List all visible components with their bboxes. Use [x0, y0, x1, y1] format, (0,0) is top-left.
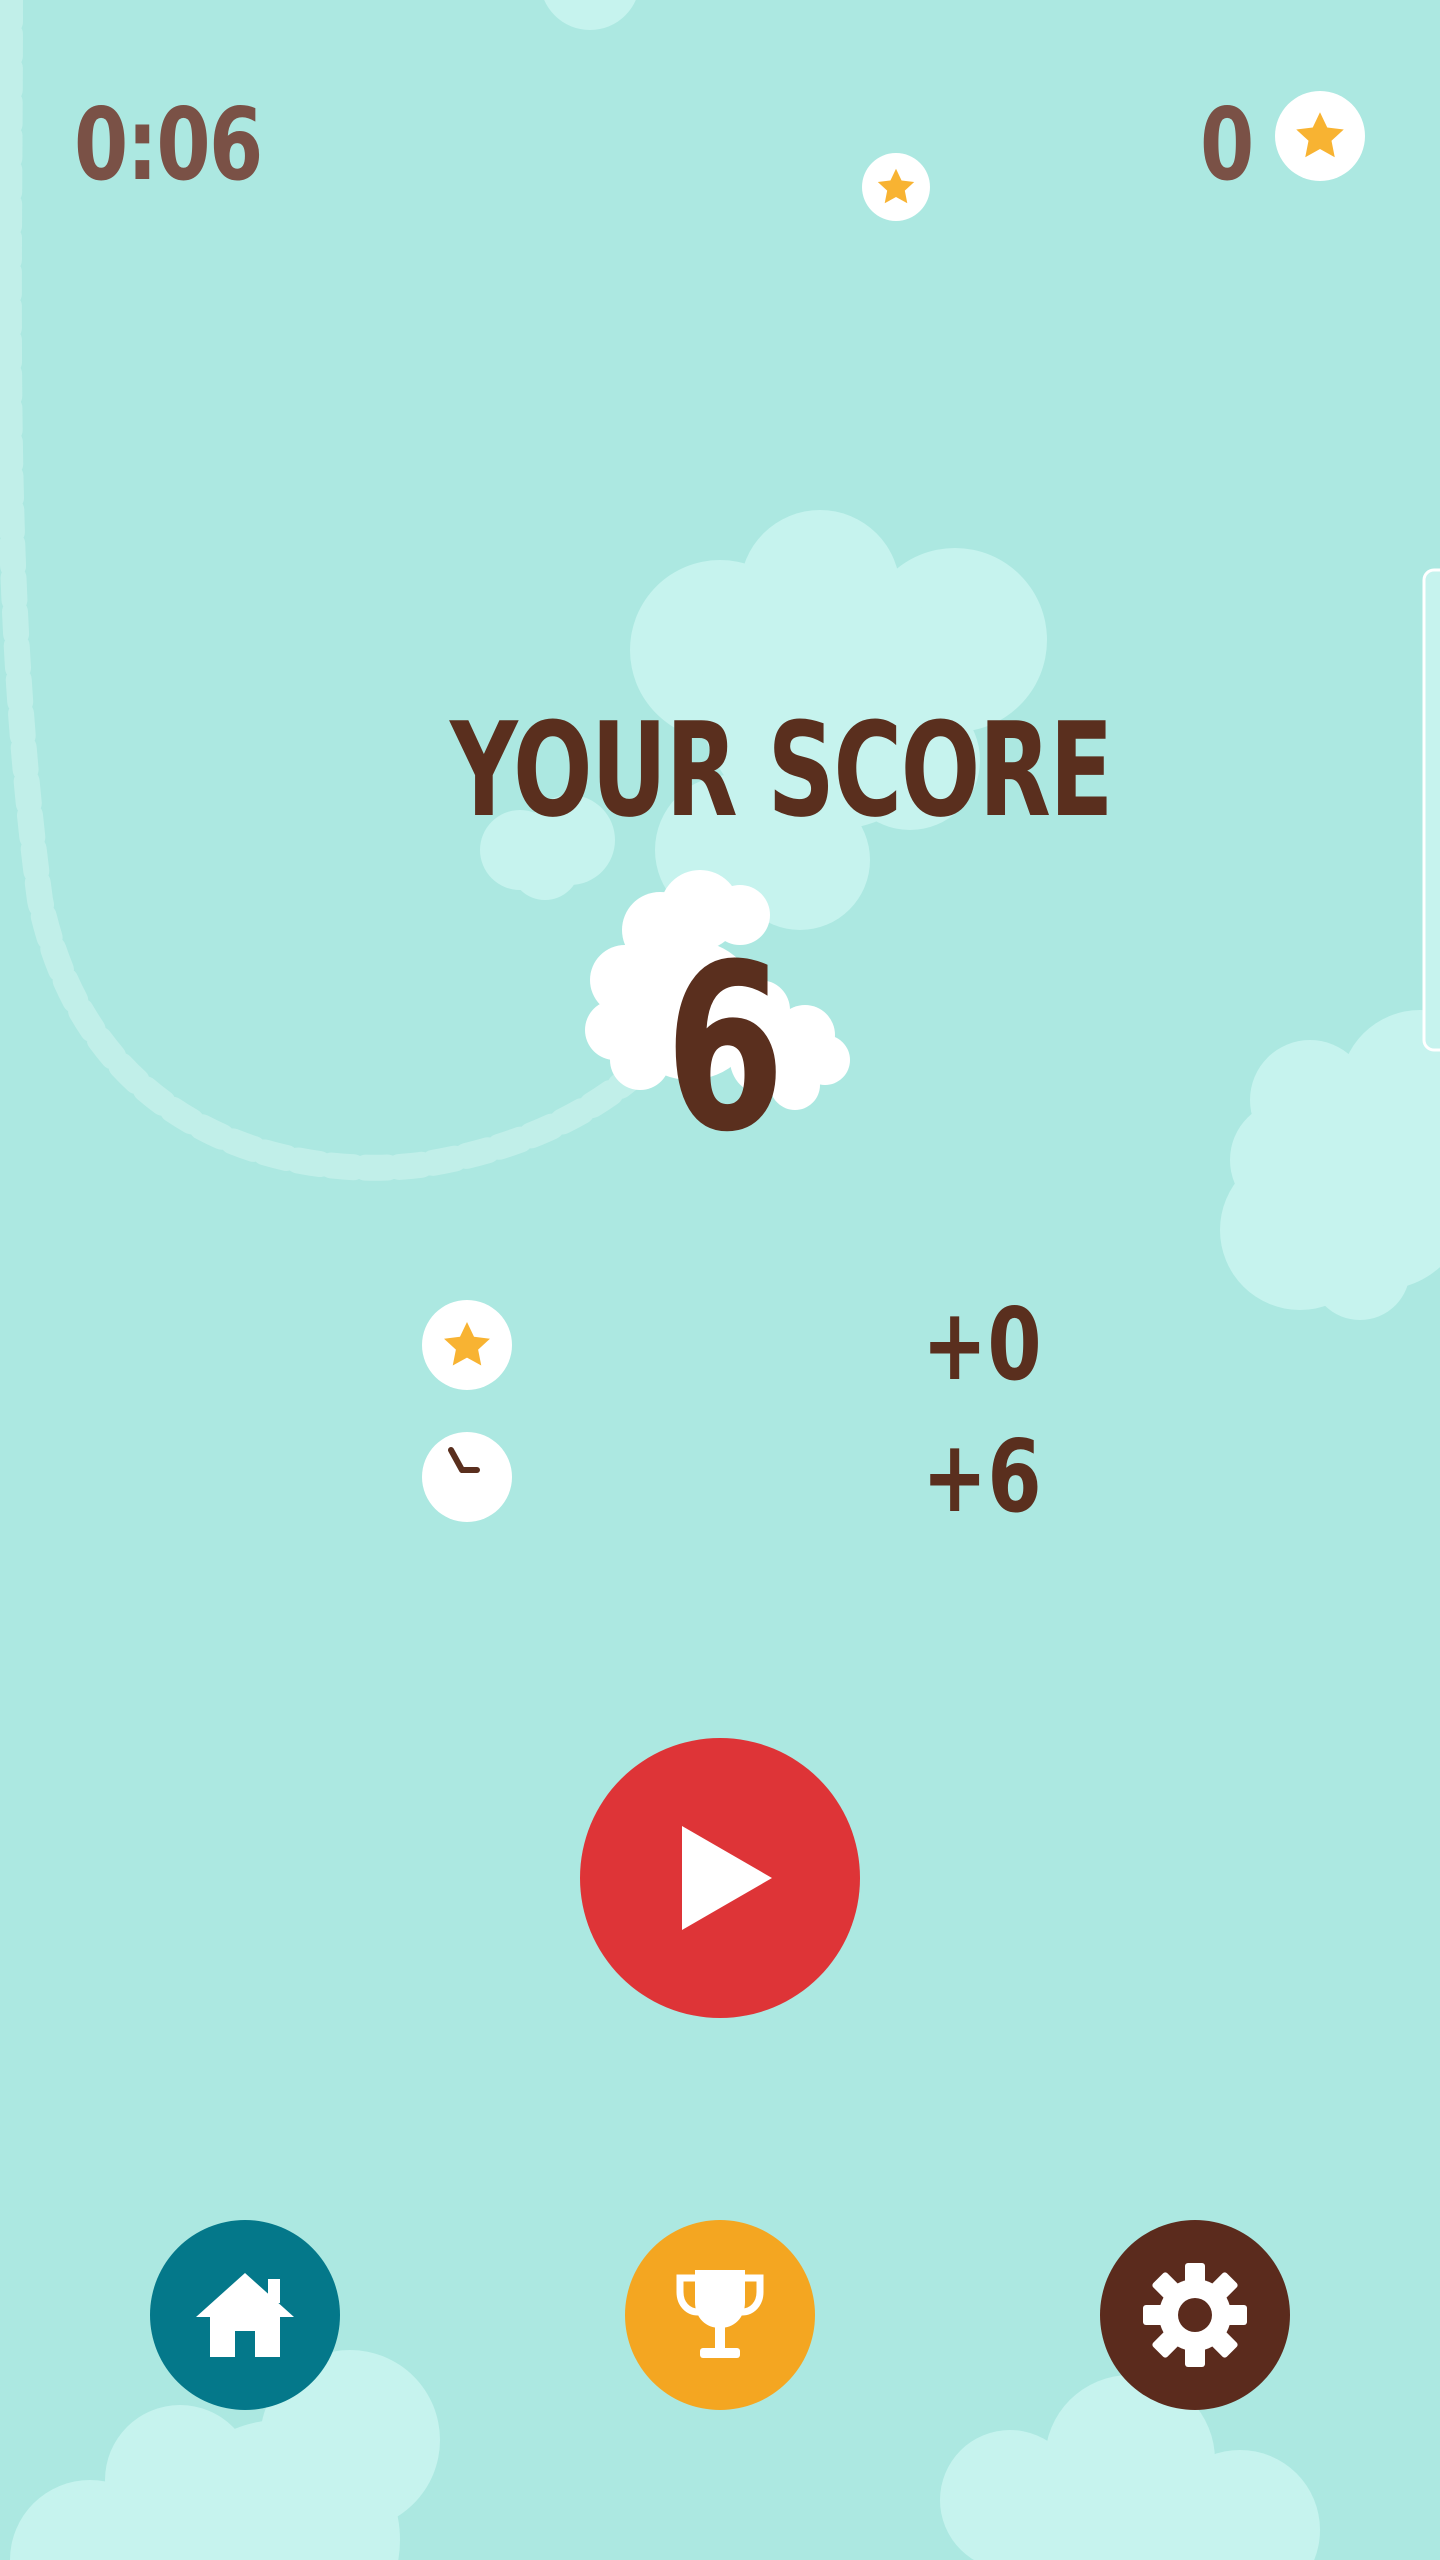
cloud-bottom-right [940, 2375, 1320, 2560]
score-title: YOUR SCORE [450, 694, 1113, 846]
bonus-time-icon-holder [422, 1432, 512, 1522]
leaderboard-button[interactable] [625, 2220, 815, 2410]
star-count: 0 [1200, 86, 1254, 203]
star-counter-icon [1275, 91, 1365, 181]
star-icon [877, 168, 915, 204]
star-icon [444, 1322, 490, 1366]
score-value: 6 [665, 916, 786, 1183]
background-scenery [0, 0, 1440, 2560]
play-button[interactable] [580, 1738, 860, 2018]
collectible-star [862, 153, 930, 221]
bonus-time-value: +6 [922, 1418, 1042, 1535]
home-icon [196, 2273, 294, 2357]
gear-icon [1143, 2263, 1247, 2367]
bonus-star-icon-holder [422, 1300, 512, 1390]
cloud-right [1220, 1010, 1440, 1320]
trophy-icon [676, 2270, 764, 2358]
settings-button[interactable] [1100, 2220, 1290, 2410]
home-button[interactable] [150, 2220, 340, 2410]
clock-icon [448, 1447, 480, 1473]
side-panel-edge [1422, 568, 1440, 1052]
star-icon [1296, 112, 1344, 158]
timer-display: 0:06 [74, 86, 263, 203]
bonus-stars-value: +0 [922, 1286, 1042, 1403]
play-icon [682, 1826, 772, 1930]
